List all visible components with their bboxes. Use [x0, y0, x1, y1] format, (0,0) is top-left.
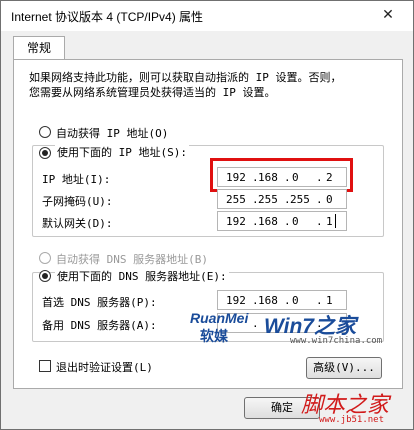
ruanmei-logo: RuanMei — [190, 310, 249, 326]
manual-dns-label: 使用下面的 DNS 服务器地址(E): — [55, 268, 229, 284]
text-cursor — [335, 214, 336, 228]
gateway-input[interactable]: 192 . 168 . 0 . 1 — [217, 211, 347, 231]
alternate-dns-label: 备用 DNS 服务器(A): — [42, 319, 157, 332]
auto-dns-label: 自动获得 DNS 服务器地址(B) — [56, 253, 208, 266]
manual-dns-radio[interactable] — [39, 270, 51, 282]
tab-general[interactable]: 常规 — [13, 36, 65, 60]
validate-checkbox[interactable] — [39, 360, 51, 372]
auto-ip-label: 自动获得 IP 地址(O) — [56, 127, 169, 140]
jb51-url: www.jb51.net — [319, 415, 385, 425]
preferred-dns-label: 首选 DNS 服务器(P): — [42, 296, 157, 309]
ruanmei-cn-logo: 软媒 — [200, 328, 228, 344]
close-icon[interactable]: ✕ — [377, 5, 399, 25]
window-title: Internet 协议版本 4 (TCP/IPv4) 属性 — [11, 10, 204, 24]
title-bar: Internet 协议版本 4 (TCP/IPv4) 属性 ✕ — [1, 1, 413, 31]
subnet-mask-input[interactable]: 255 . 255 . 255 . 0 — [217, 189, 347, 209]
dialog-window: Internet 协议版本 4 (TCP/IPv4) 属性 ✕ 常规 如果网络支… — [0, 0, 414, 430]
validate-label: 退出时验证设置(L) — [56, 361, 153, 374]
general-panel: 如果网络支持此功能，则可以获取自动指派的 IP 设置。否则， 您需要从网络系统管… — [13, 59, 403, 389]
advanced-button[interactable]: 高级(V)... — [306, 357, 382, 379]
manual-ip-label: 使用下面的 IP 地址(S): — [55, 144, 189, 160]
auto-dns-radio[interactable] — [39, 252, 51, 264]
subnet-mask-label: 子网掩码(U): — [42, 195, 113, 208]
intro-text: 如果网络支持此功能，则可以获取自动指派的 IP 设置。否则， 您需要从网络系统管… — [29, 71, 342, 99]
ip-address-label: IP 地址(I): — [42, 173, 111, 186]
manual-ip-radio[interactable] — [39, 147, 51, 159]
highlight-box — [210, 158, 353, 192]
gateway-label: 默认网关(D): — [42, 217, 113, 230]
preferred-dns-input[interactable]: 192 . 168 . 0 . 1 — [217, 290, 347, 310]
win7-url: www.win7china.com — [290, 336, 383, 346]
auto-ip-radio[interactable] — [39, 126, 51, 138]
